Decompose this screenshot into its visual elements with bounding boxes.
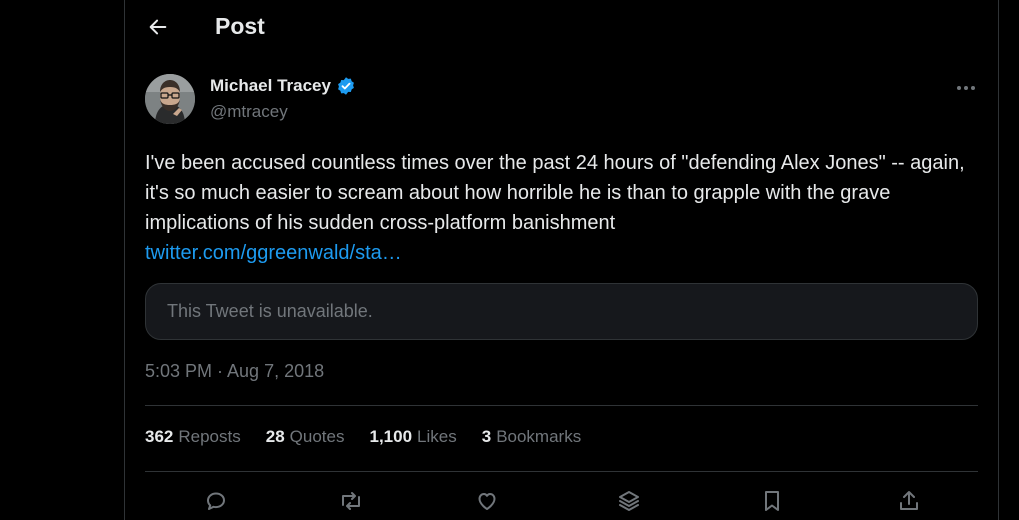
share-icon <box>900 491 918 510</box>
author-name-row: Michael Tracey <box>210 76 356 96</box>
stat-likes[interactable]: 1,100 Likes <box>369 427 456 447</box>
engagement-stats: 362 Reposts 28 Quotes 1,100 Likes 3 Book… <box>145 427 581 447</box>
action-bar <box>125 482 998 520</box>
stat-bookmarks[interactable]: 3 Bookmarks <box>482 427 582 447</box>
stat-label: Reposts <box>178 427 241 446</box>
stat-count: 3 <box>481 427 492 446</box>
author-handle[interactable]: @mtracey <box>210 102 288 122</box>
views-button[interactable] <box>614 486 644 516</box>
tweet-timestamp[interactable]: 5:03 PM · Aug 7, 2018 <box>145 361 324 382</box>
main-column: Post Michael Tracey @mtracey I've been a… <box>124 0 999 520</box>
repost-button[interactable] <box>336 486 366 516</box>
share-button[interactable] <box>894 486 924 516</box>
page-title: Post <box>215 13 265 39</box>
divider <box>145 471 978 472</box>
verified-badge-icon[interactable] <box>336 76 356 96</box>
author-name[interactable]: Michael Tracey <box>210 76 331 96</box>
bookmark-button[interactable] <box>757 486 787 516</box>
repost-icon <box>342 492 360 510</box>
reply-icon <box>207 492 225 510</box>
like-icon <box>478 493 496 510</box>
tweet-text-block: I've been accused countless times over t… <box>145 148 985 268</box>
stat-label: Quotes <box>289 427 345 446</box>
back-button[interactable] <box>139 8 177 46</box>
reply-button[interactable] <box>201 486 231 516</box>
more-options-button[interactable] <box>952 76 980 100</box>
like-button[interactable] <box>472 486 502 516</box>
layers-icon <box>619 491 639 511</box>
stat-label: Bookmarks <box>496 427 582 446</box>
tweet-link[interactable]: twitter.com/ggreenwald/sta… <box>145 242 402 264</box>
avatar-image <box>145 74 195 124</box>
more-icon <box>957 86 975 90</box>
bookmark-icon <box>765 491 779 511</box>
stat-count: 1,100 <box>369 427 413 446</box>
quoted-tweet-unavailable-text: This Tweet is unavailable. <box>167 301 373 321</box>
stat-label: Likes <box>417 427 457 446</box>
divider <box>145 405 978 406</box>
stat-quotes[interactable]: 28 Quotes <box>266 427 345 447</box>
avatar[interactable] <box>145 74 195 124</box>
tweet-body: I've been accused countless times over t… <box>145 152 965 234</box>
stat-count: 28 <box>265 427 285 446</box>
arrow-left-icon <box>149 19 167 35</box>
stat-count: 362 <box>145 427 174 446</box>
quoted-tweet-box: This Tweet is unavailable. <box>145 283 978 340</box>
stat-reposts[interactable]: 362 Reposts <box>145 427 241 447</box>
post-header: Post <box>125 0 998 55</box>
